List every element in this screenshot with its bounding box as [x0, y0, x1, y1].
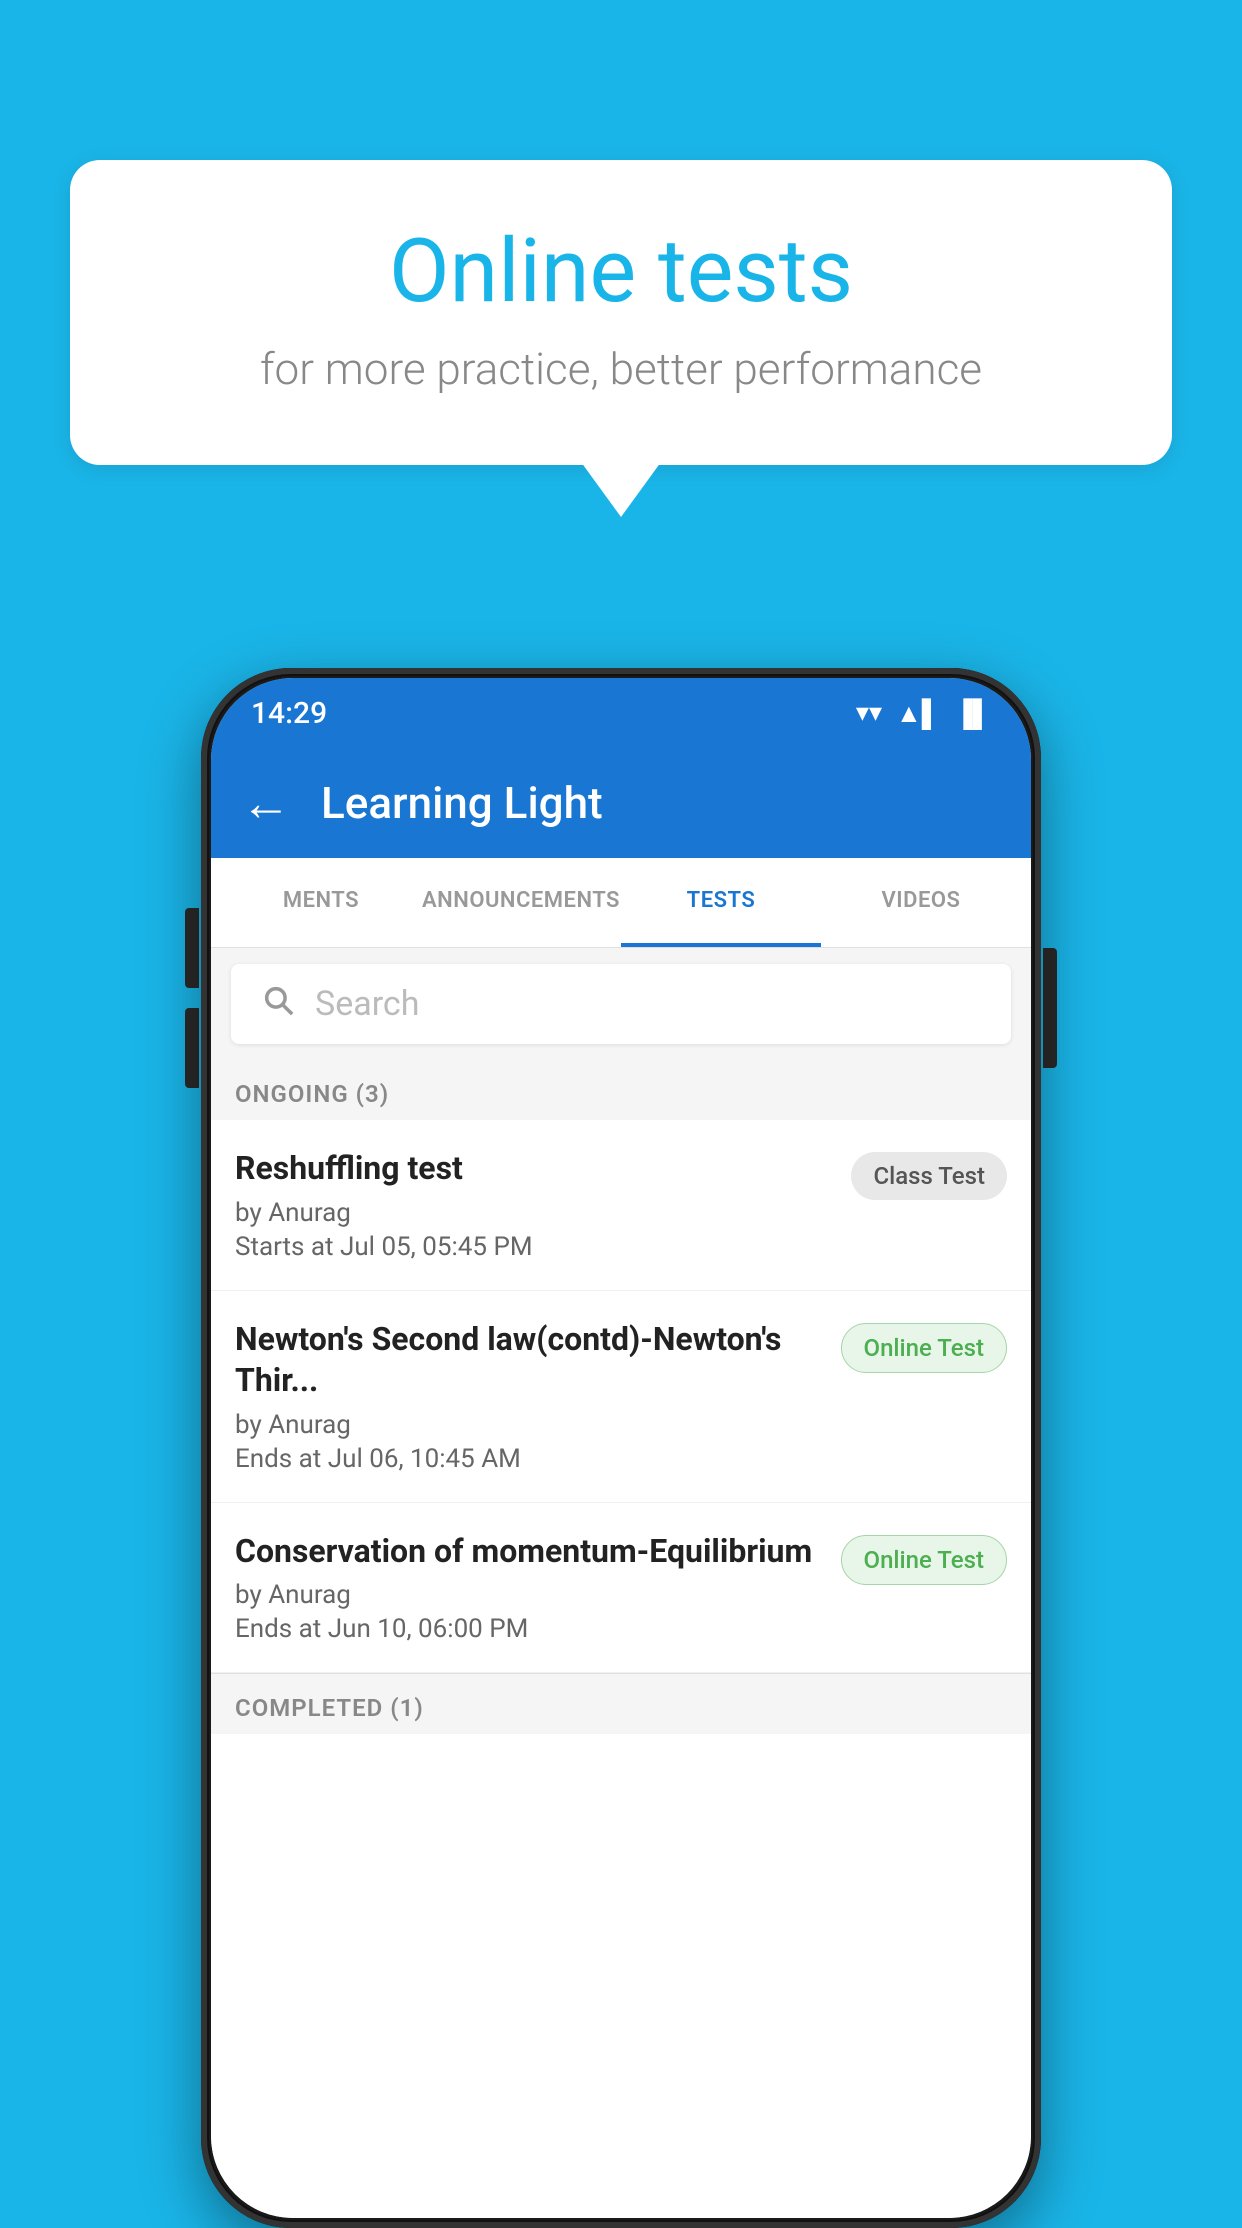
ongoing-label: ONGOING (3): [235, 1080, 389, 1108]
test-item[interactable]: Newton's Second law(contd)-Newton's Thir…: [211, 1291, 1031, 1503]
search-container: Search: [211, 948, 1031, 1060]
status-bar: 14:29 ▾▾ ▲▌ ▐▌: [211, 678, 1031, 748]
tab-videos[interactable]: VIDEOS: [821, 858, 1021, 947]
status-icons: ▾▾ ▲▌ ▐▌: [856, 698, 991, 729]
speech-bubble: Online tests for more practice, better p…: [70, 160, 1172, 465]
test-badge-online-2: Online Test: [841, 1535, 1007, 1585]
tab-bar: MENTS ANNOUNCEMENTS TESTS VIDEOS: [211, 858, 1031, 948]
test-title: Conservation of momentum-Equilibrium: [235, 1531, 821, 1573]
tab-announcements[interactable]: ANNOUNCEMENTS: [421, 858, 621, 947]
search-placeholder: Search: [315, 984, 419, 1024]
app-title: Learning Light: [321, 777, 603, 829]
tab-ments[interactable]: MENTS: [221, 858, 421, 947]
speech-bubble-subtitle: for more practice, better performance: [150, 343, 1092, 395]
test-time: Ends at Jun 10, 06:00 PM: [235, 1614, 821, 1644]
test-info: Reshuffling test by Anurag Starts at Jul…: [235, 1148, 831, 1262]
test-badge-online: Online Test: [841, 1323, 1007, 1373]
screen-content: Search ONGOING (3) Reshuffling test by A…: [211, 948, 1031, 2218]
tab-tests[interactable]: TESTS: [621, 858, 821, 947]
test-author: by Anurag: [235, 1198, 831, 1228]
test-item[interactable]: Conservation of momentum-Equilibrium by …: [211, 1503, 1031, 1674]
test-title: Newton's Second law(contd)-Newton's Thir…: [235, 1319, 821, 1402]
vol-down-button: [185, 1008, 199, 1088]
test-time: Starts at Jul 05, 05:45 PM: [235, 1232, 831, 1262]
test-time: Ends at Jul 06, 10:45 AM: [235, 1444, 821, 1474]
power-button: [1043, 948, 1057, 1068]
test-item[interactable]: Reshuffling test by Anurag Starts at Jul…: [211, 1120, 1031, 1291]
test-info: Newton's Second law(contd)-Newton's Thir…: [235, 1319, 821, 1474]
status-time: 14:29: [251, 696, 327, 731]
ongoing-section-header: ONGOING (3): [211, 1060, 1031, 1120]
test-info: Conservation of momentum-Equilibrium by …: [235, 1531, 821, 1645]
back-button[interactable]: ←: [241, 774, 291, 833]
completed-label: COMPLETED (1): [235, 1694, 424, 1722]
battery-icon: ▐▌: [954, 698, 991, 729]
search-bar[interactable]: Search: [231, 964, 1011, 1044]
search-icon: [261, 983, 295, 1026]
test-list: Reshuffling test by Anurag Starts at Jul…: [211, 1120, 1031, 2218]
completed-section-header: COMPLETED (1): [211, 1673, 1031, 1734]
app-bar: ← Learning Light: [211, 748, 1031, 858]
test-title: Reshuffling test: [235, 1148, 831, 1190]
speech-bubble-title: Online tests: [150, 220, 1092, 323]
test-author: by Anurag: [235, 1410, 821, 1440]
wifi-icon: ▾▾: [856, 698, 882, 728]
phone-screen: 14:29 ▾▾ ▲▌ ▐▌ ← Learning Light MENTS AN…: [211, 678, 1031, 2218]
signal-icon: ▲▌: [896, 698, 940, 729]
test-badge-class: Class Test: [851, 1152, 1007, 1200]
phone-wrapper: 14:29 ▾▾ ▲▌ ▐▌ ← Learning Light MENTS AN…: [201, 668, 1041, 2228]
test-author: by Anurag: [235, 1580, 821, 1610]
vol-up-button: [185, 908, 199, 988]
